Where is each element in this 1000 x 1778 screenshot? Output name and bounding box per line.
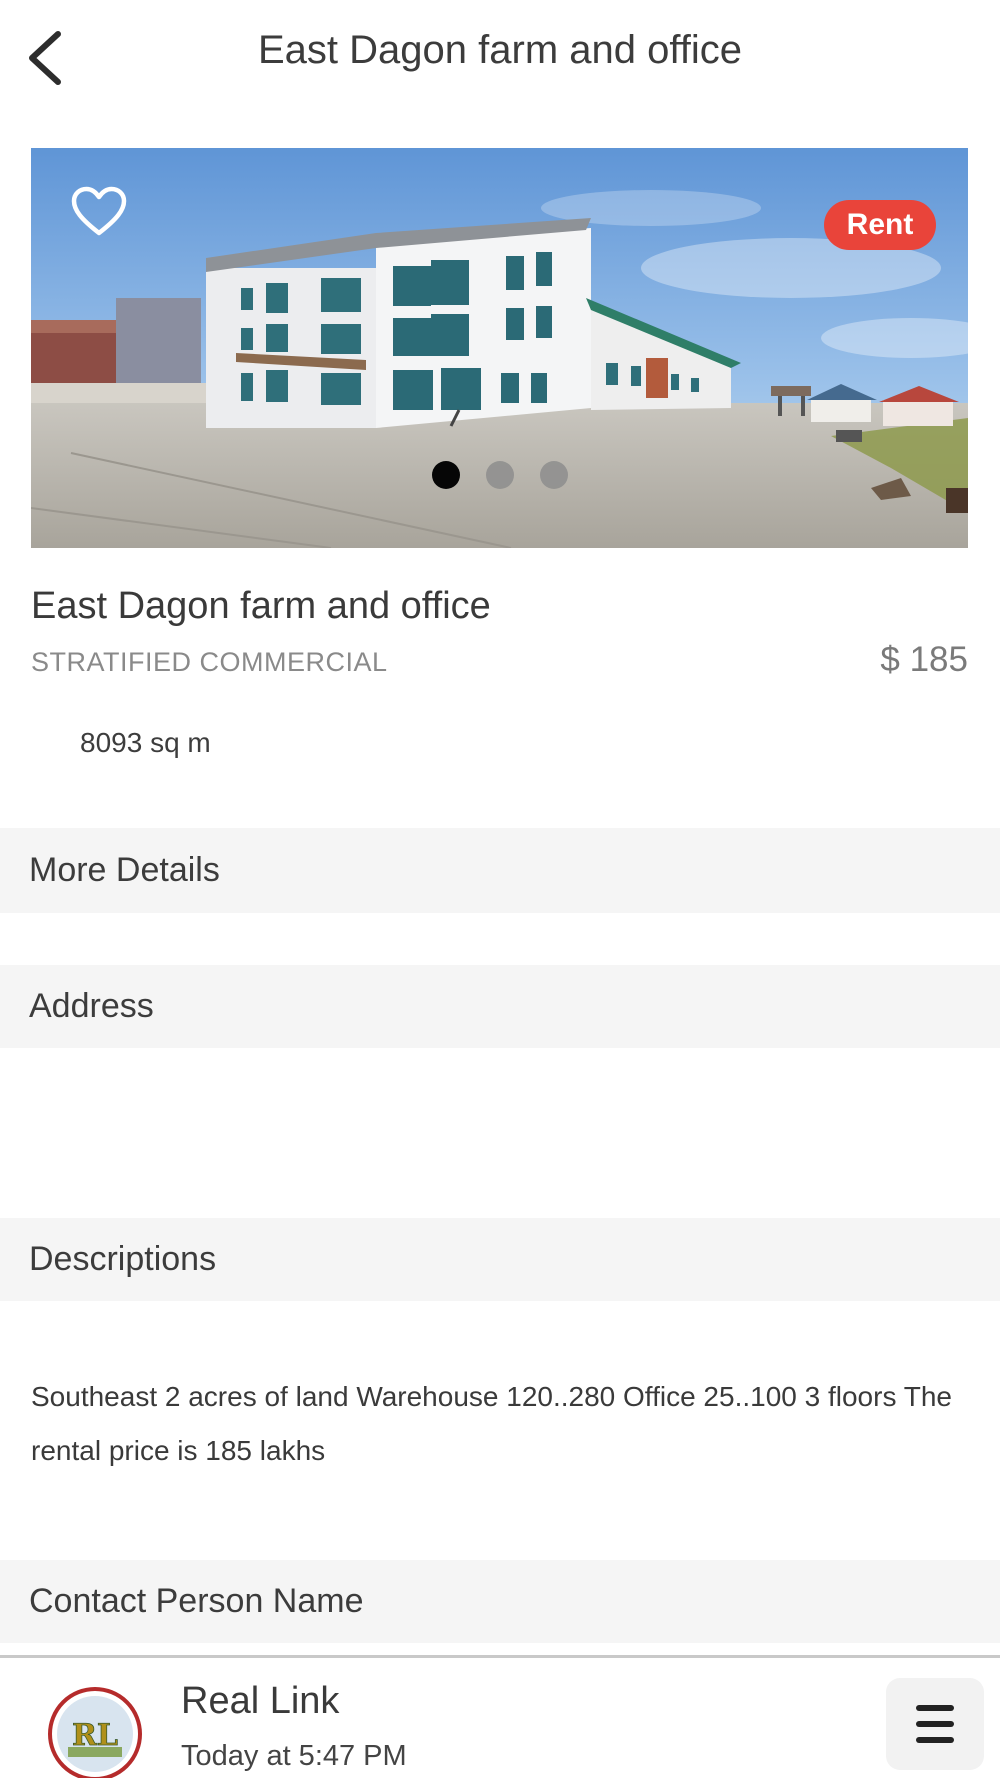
- descriptions-section-header: Descriptions: [0, 1218, 1000, 1301]
- contact-person-label: Contact Person Name: [29, 1582, 364, 1620]
- app-name: Real Link: [181, 1680, 340, 1722]
- bottom-bar: RL Real Link Today at 5:47 PM: [0, 1655, 1000, 1778]
- timestamp: Today at 5:47 PM: [181, 1740, 407, 1772]
- carousel-dot[interactable]: [431, 461, 460, 489]
- favorite-button[interactable]: [71, 186, 127, 238]
- menu-button[interactable]: [886, 1678, 984, 1770]
- contact-person-section-header: Contact Person Name: [0, 1560, 1000, 1643]
- image-carousel[interactable]: Rent: [31, 148, 968, 548]
- carousel-dot[interactable]: [539, 461, 568, 489]
- listing-type-badge: Rent: [824, 200, 936, 250]
- property-category: STRATIFIED COMMERCIAL: [31, 647, 388, 677]
- heart-outline-icon: [71, 186, 127, 236]
- logo-text: RL: [72, 1718, 118, 1753]
- carousel-indicators: [31, 461, 968, 491]
- carousel-dot[interactable]: [485, 461, 514, 489]
- listing-price: $ 185: [880, 640, 968, 679]
- more-details-section[interactable]: More Details: [0, 828, 1000, 913]
- property-detail-page: East Dagon farm and office Rent East Dag…: [0, 0, 1000, 1778]
- address-label: Address: [29, 987, 154, 1025]
- listing-title: East Dagon farm and office: [31, 585, 491, 627]
- address-section-header: Address: [0, 965, 1000, 1048]
- descriptions-label: Descriptions: [29, 1240, 217, 1278]
- hamburger-menu-icon: [916, 1705, 954, 1743]
- more-details-label: More Details: [29, 851, 220, 889]
- property-area: 8093 sq m: [80, 727, 211, 758]
- page-title: East Dagon farm and office: [258, 28, 742, 72]
- description-text: Southeast 2 acres of land Warehouse 120.…: [31, 1381, 952, 1466]
- real-link-logo: RL: [48, 1687, 142, 1778]
- header: East Dagon farm and office: [0, 0, 1000, 115]
